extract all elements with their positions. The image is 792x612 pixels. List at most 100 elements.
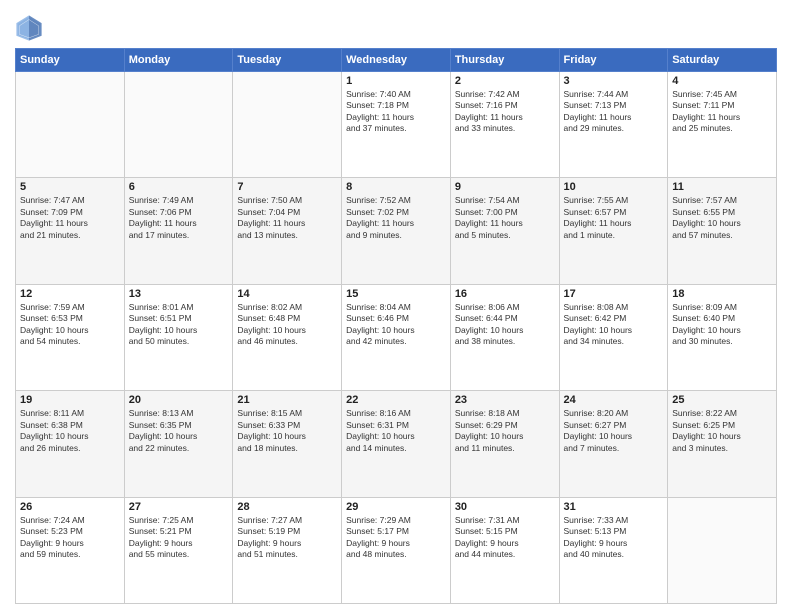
day-info: Sunrise: 7:52 AM Sunset: 7:02 PM Dayligh… bbox=[346, 195, 446, 241]
day-info: Sunrise: 8:08 AM Sunset: 6:42 PM Dayligh… bbox=[564, 302, 664, 348]
day-cell bbox=[16, 72, 125, 178]
day-info: Sunrise: 8:18 AM Sunset: 6:29 PM Dayligh… bbox=[455, 408, 555, 454]
day-number: 1 bbox=[346, 75, 446, 87]
day-number: 31 bbox=[564, 501, 664, 513]
day-cell: 4 Sunrise: 7:45 AM Sunset: 7:11 PM Daylig… bbox=[668, 72, 777, 178]
logo-icon bbox=[15, 14, 43, 42]
day-info: Sunrise: 8:09 AM Sunset: 6:40 PM Dayligh… bbox=[672, 302, 772, 348]
day-number: 9 bbox=[455, 181, 555, 193]
day-cell bbox=[233, 72, 342, 178]
day-number: 17 bbox=[564, 288, 664, 300]
day-cell: 19 Sunrise: 8:11 AM Sunset: 6:38 PM Dayli… bbox=[16, 391, 125, 497]
day-info: Sunrise: 7:24 AM Sunset: 5:23 PM Dayligh… bbox=[20, 515, 120, 561]
day-cell: 28 Sunrise: 7:27 AM Sunset: 5:19 PM Dayli… bbox=[233, 497, 342, 603]
day-number: 8 bbox=[346, 181, 446, 193]
day-number: 3 bbox=[564, 75, 664, 87]
day-number: 26 bbox=[20, 501, 120, 513]
day-number: 27 bbox=[129, 501, 229, 513]
day-cell: 25 Sunrise: 8:22 AM Sunset: 6:25 PM Dayli… bbox=[668, 391, 777, 497]
header bbox=[15, 10, 777, 42]
day-info: Sunrise: 7:31 AM Sunset: 5:15 PM Dayligh… bbox=[455, 515, 555, 561]
calendar: SundayMondayTuesdayWednesdayThursdayFrid… bbox=[15, 48, 777, 604]
day-number: 25 bbox=[672, 394, 772, 406]
day-info: Sunrise: 8:22 AM Sunset: 6:25 PM Dayligh… bbox=[672, 408, 772, 454]
day-cell: 3 Sunrise: 7:44 AM Sunset: 7:13 PM Daylig… bbox=[559, 72, 668, 178]
day-number: 11 bbox=[672, 181, 772, 193]
day-cell: 15 Sunrise: 8:04 AM Sunset: 6:46 PM Dayli… bbox=[342, 284, 451, 390]
day-cell: 24 Sunrise: 8:20 AM Sunset: 6:27 PM Dayli… bbox=[559, 391, 668, 497]
day-number: 10 bbox=[564, 181, 664, 193]
page: SundayMondayTuesdayWednesdayThursdayFrid… bbox=[0, 0, 792, 612]
col-header-tuesday: Tuesday bbox=[233, 49, 342, 72]
day-cell: 10Sunrise: 7:55 AM Sunset: 6:57 PM Dayli… bbox=[559, 178, 668, 284]
day-cell: 18 Sunrise: 8:09 AM Sunset: 6:40 PM Dayli… bbox=[668, 284, 777, 390]
day-info: Sunrise: 7:44 AM Sunset: 7:13 PM Dayligh… bbox=[564, 89, 664, 135]
day-cell: 9 Sunrise: 7:54 AM Sunset: 7:00 PM Daylig… bbox=[450, 178, 559, 284]
day-cell: 6Sunrise: 7:49 AM Sunset: 7:06 PM Daylig… bbox=[124, 178, 233, 284]
day-cell: 5 Sunrise: 7:47 AM Sunset: 7:09 PM Daylig… bbox=[16, 178, 125, 284]
day-info: Sunrise: 7:47 AM Sunset: 7:09 PM Dayligh… bbox=[20, 195, 120, 241]
day-cell: 27 Sunrise: 7:25 AM Sunset: 5:21 PM Dayli… bbox=[124, 497, 233, 603]
day-info: Sunrise: 7:54 AM Sunset: 7:00 PM Dayligh… bbox=[455, 195, 555, 241]
day-number: 7 bbox=[237, 181, 337, 193]
day-info: Sunrise: 8:15 AM Sunset: 6:33 PM Dayligh… bbox=[237, 408, 337, 454]
day-number: 28 bbox=[237, 501, 337, 513]
week-row-4: 26 Sunrise: 7:24 AM Sunset: 5:23 PM Dayli… bbox=[16, 497, 777, 603]
col-header-saturday: Saturday bbox=[668, 49, 777, 72]
day-cell: 7 Sunrise: 7:50 AM Sunset: 7:04 PM Daylig… bbox=[233, 178, 342, 284]
day-cell: 1Sunrise: 7:40 AM Sunset: 7:18 PM Daylig… bbox=[342, 72, 451, 178]
day-cell: 31 Sunrise: 7:33 AM Sunset: 5:13 PM Dayli… bbox=[559, 497, 668, 603]
day-number: 24 bbox=[564, 394, 664, 406]
day-info: Sunrise: 7:27 AM Sunset: 5:19 PM Dayligh… bbox=[237, 515, 337, 561]
day-info: Sunrise: 7:57 AM Sunset: 6:55 PM Dayligh… bbox=[672, 195, 772, 241]
day-cell: 16 Sunrise: 8:06 AM Sunset: 6:44 PM Dayli… bbox=[450, 284, 559, 390]
day-number: 18 bbox=[672, 288, 772, 300]
week-row-3: 19 Sunrise: 8:11 AM Sunset: 6:38 PM Dayli… bbox=[16, 391, 777, 497]
day-number: 21 bbox=[237, 394, 337, 406]
day-info: Sunrise: 8:06 AM Sunset: 6:44 PM Dayligh… bbox=[455, 302, 555, 348]
day-info: Sunrise: 8:13 AM Sunset: 6:35 PM Dayligh… bbox=[129, 408, 229, 454]
day-number: 4 bbox=[672, 75, 772, 87]
col-header-friday: Friday bbox=[559, 49, 668, 72]
day-info: Sunrise: 8:16 AM Sunset: 6:31 PM Dayligh… bbox=[346, 408, 446, 454]
day-number: 20 bbox=[129, 394, 229, 406]
day-cell: 12Sunrise: 7:59 AM Sunset: 6:53 PM Dayli… bbox=[16, 284, 125, 390]
day-cell: 14 Sunrise: 8:02 AM Sunset: 6:48 PM Dayli… bbox=[233, 284, 342, 390]
day-info: Sunrise: 7:29 AM Sunset: 5:17 PM Dayligh… bbox=[346, 515, 446, 561]
day-info: Sunrise: 7:33 AM Sunset: 5:13 PM Dayligh… bbox=[564, 515, 664, 561]
day-info: Sunrise: 7:25 AM Sunset: 5:21 PM Dayligh… bbox=[129, 515, 229, 561]
col-header-thursday: Thursday bbox=[450, 49, 559, 72]
day-number: 13 bbox=[129, 288, 229, 300]
day-number: 16 bbox=[455, 288, 555, 300]
col-header-wednesday: Wednesday bbox=[342, 49, 451, 72]
week-row-2: 12Sunrise: 7:59 AM Sunset: 6:53 PM Dayli… bbox=[16, 284, 777, 390]
day-info: Sunrise: 7:42 AM Sunset: 7:16 PM Dayligh… bbox=[455, 89, 555, 135]
day-cell: 30 Sunrise: 7:31 AM Sunset: 5:15 PM Dayli… bbox=[450, 497, 559, 603]
day-info: Sunrise: 7:45 AM Sunset: 7:11 PM Dayligh… bbox=[672, 89, 772, 135]
day-cell: 17 Sunrise: 8:08 AM Sunset: 6:42 PM Dayli… bbox=[559, 284, 668, 390]
day-cell: 2Sunrise: 7:42 AM Sunset: 7:16 PM Daylig… bbox=[450, 72, 559, 178]
day-cell: 20 Sunrise: 8:13 AM Sunset: 6:35 PM Dayli… bbox=[124, 391, 233, 497]
day-number: 5 bbox=[20, 181, 120, 193]
day-number: 15 bbox=[346, 288, 446, 300]
day-cell: 13Sunrise: 8:01 AM Sunset: 6:51 PM Dayli… bbox=[124, 284, 233, 390]
day-info: Sunrise: 8:20 AM Sunset: 6:27 PM Dayligh… bbox=[564, 408, 664, 454]
week-row-0: 1Sunrise: 7:40 AM Sunset: 7:18 PM Daylig… bbox=[16, 72, 777, 178]
day-info: Sunrise: 7:49 AM Sunset: 7:06 PM Dayligh… bbox=[129, 195, 229, 241]
day-cell: 21 Sunrise: 8:15 AM Sunset: 6:33 PM Dayli… bbox=[233, 391, 342, 497]
header-row: SundayMondayTuesdayWednesdayThursdayFrid… bbox=[16, 49, 777, 72]
day-cell: 11 Sunrise: 7:57 AM Sunset: 6:55 PM Dayli… bbox=[668, 178, 777, 284]
logo bbox=[15, 14, 47, 42]
day-number: 23 bbox=[455, 394, 555, 406]
day-number: 14 bbox=[237, 288, 337, 300]
day-info: Sunrise: 8:02 AM Sunset: 6:48 PM Dayligh… bbox=[237, 302, 337, 348]
day-info: Sunrise: 8:04 AM Sunset: 6:46 PM Dayligh… bbox=[346, 302, 446, 348]
day-number: 29 bbox=[346, 501, 446, 513]
day-info: Sunrise: 8:11 AM Sunset: 6:38 PM Dayligh… bbox=[20, 408, 120, 454]
day-cell bbox=[668, 497, 777, 603]
day-number: 19 bbox=[20, 394, 120, 406]
day-cell: 26 Sunrise: 7:24 AM Sunset: 5:23 PM Dayli… bbox=[16, 497, 125, 603]
day-number: 30 bbox=[455, 501, 555, 513]
day-info: Sunrise: 7:59 AM Sunset: 6:53 PM Dayligh… bbox=[20, 302, 120, 348]
day-info: Sunrise: 7:50 AM Sunset: 7:04 PM Dayligh… bbox=[237, 195, 337, 241]
